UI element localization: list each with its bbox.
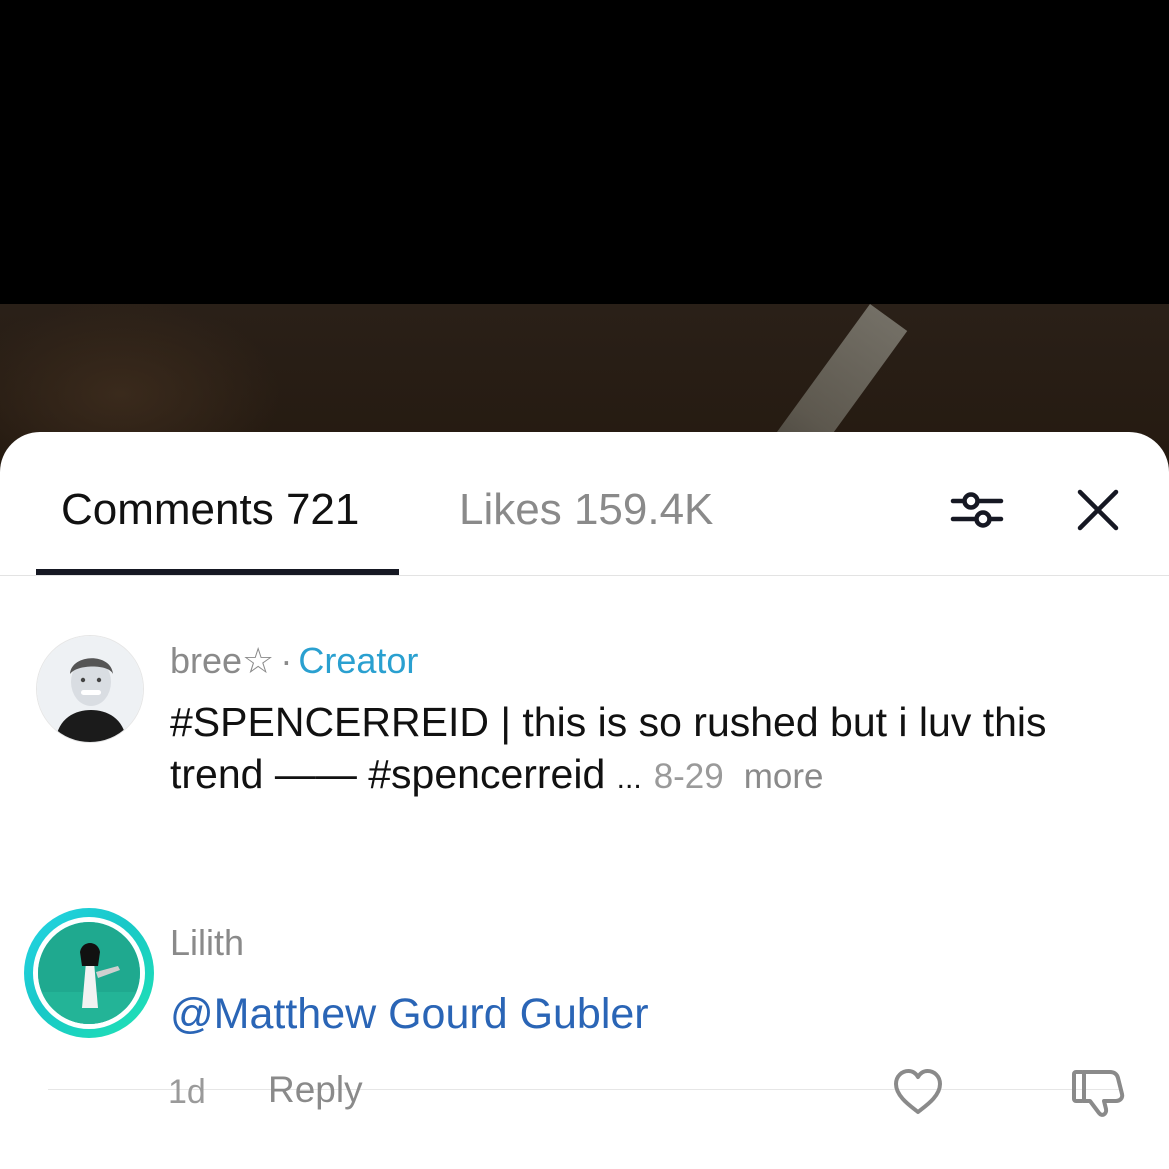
truncation-ellipsis: ...: [616, 762, 642, 795]
video-letterbox: [0, 0, 1169, 304]
tab-comments[interactable]: Comments 721: [61, 484, 359, 536]
app-screen: Comments 721 Likes 159.4K bree☆ · Creato…: [0, 0, 1169, 1169]
separator-dot: ·: [280, 640, 293, 681]
active-tab-indicator: [36, 569, 399, 575]
mention-link[interactable]: @Matthew Gourd Gubler: [170, 988, 649, 1040]
creator-badge: Creator: [298, 640, 419, 681]
tabs-bar: Comments 721 Likes 159.4K: [0, 432, 1169, 576]
reply-button[interactable]: Reply: [268, 1068, 363, 1112]
username[interactable]: bree☆: [170, 640, 274, 681]
close-icon[interactable]: [1068, 480, 1128, 540]
comment-text: #SPENCERREID | this is so rushed but i l…: [170, 699, 1047, 797]
filter-sliders-icon[interactable]: [947, 480, 1007, 540]
story-ring[interactable]: [24, 908, 154, 1038]
more-link[interactable]: more: [744, 757, 824, 796]
comment-body: #SPENCERREID | this is so rushed but i l…: [170, 696, 1090, 805]
comment-meta: Lilith: [170, 922, 244, 964]
thumbs-down-icon[interactable]: [1070, 1064, 1126, 1120]
comments-sheet: Comments 721 Likes 159.4K bree☆ · Creato…: [0, 432, 1169, 1169]
comment-meta: bree☆ · Creator: [170, 640, 418, 682]
heart-icon[interactable]: [890, 1064, 946, 1120]
comment-date: 8-29: [653, 757, 724, 796]
comment-time: 1d: [168, 1073, 206, 1111]
divider: [48, 1089, 1123, 1090]
username[interactable]: Lilith: [170, 922, 244, 963]
tab-likes[interactable]: Likes 159.4K: [459, 484, 713, 536]
avatar: [33, 917, 145, 1029]
avatar[interactable]: [36, 635, 144, 743]
